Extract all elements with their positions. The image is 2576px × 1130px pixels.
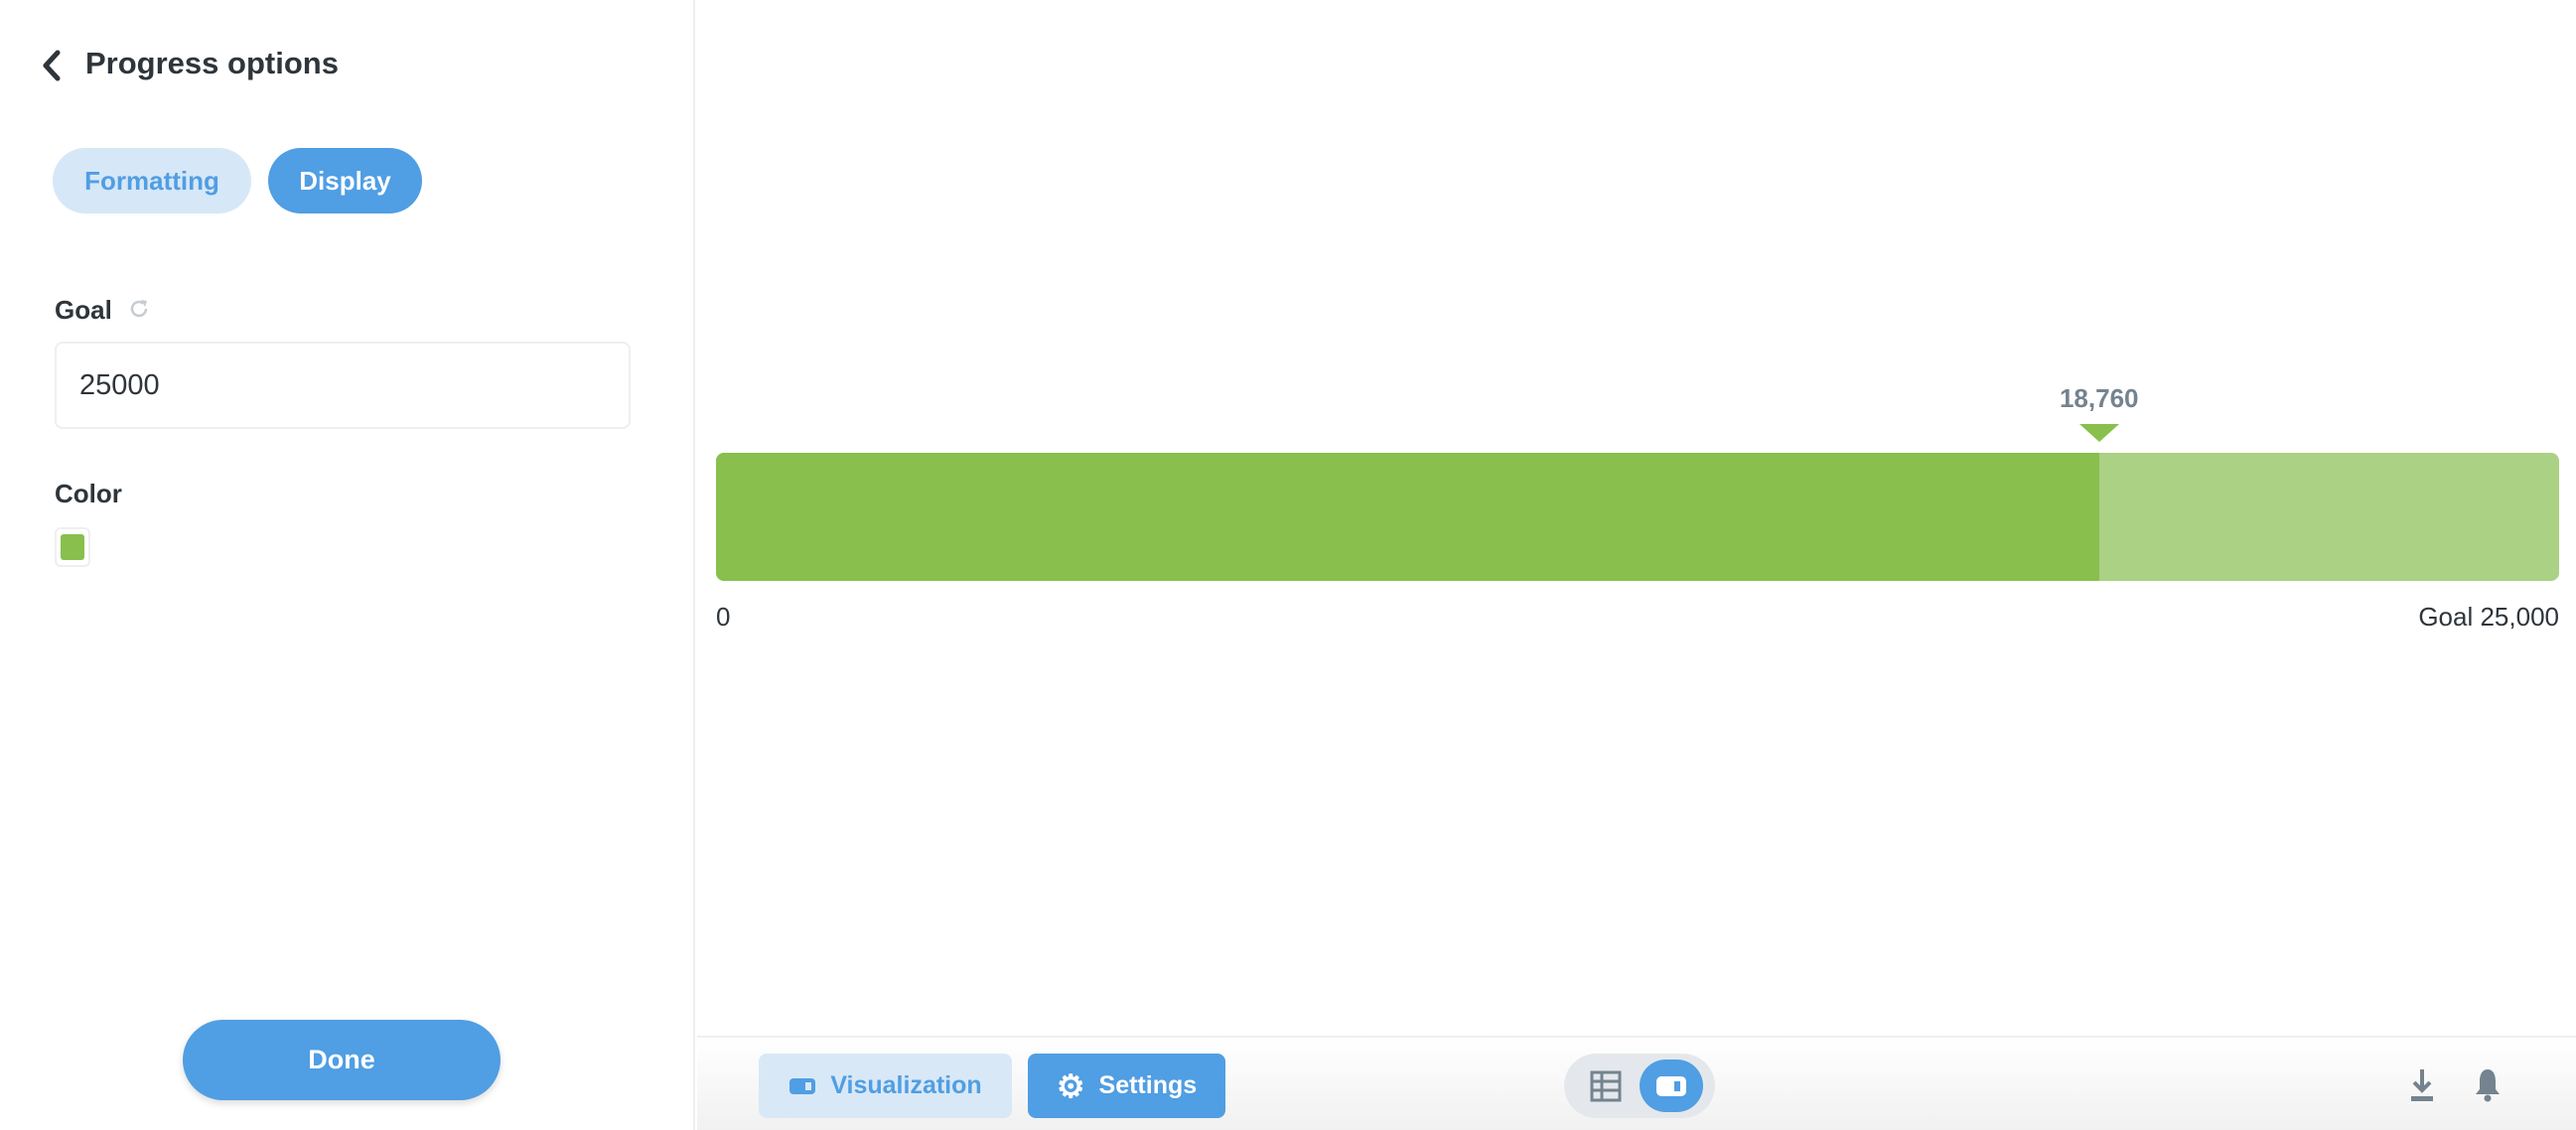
progress-bar-track <box>716 453 2559 581</box>
tab-formatting[interactable]: Formatting <box>53 148 251 213</box>
progress-bar-fill <box>716 453 2099 581</box>
gear-icon: ⚙ <box>1056 1067 1085 1104</box>
reset-icon[interactable] <box>127 297 151 321</box>
table-icon[interactable] <box>1590 1070 1622 1102</box>
settings-label: Settings <box>1098 1071 1198 1099</box>
panel-title: Progress options <box>85 46 339 80</box>
goal-label: Goal <box>55 295 112 325</box>
settings-button[interactable]: ⚙ Settings <box>1028 1054 1225 1118</box>
color-swatch <box>61 534 84 560</box>
download-icon[interactable] <box>2409 1067 2435 1103</box>
progress-marker <box>2078 424 2119 442</box>
color-label: Color <box>55 479 122 508</box>
bell-icon[interactable] <box>2473 1067 2503 1103</box>
progress-value-label: 18,760 <box>2059 383 2139 413</box>
goal-label-chart: Goal 25,000 <box>2418 602 2559 632</box>
color-picker[interactable] <box>55 527 90 567</box>
bottom-toolbar: Visualization ⚙ Settings <box>697 1036 2576 1130</box>
tab-display[interactable]: Display <box>268 148 422 213</box>
min-label: 0 <box>716 602 731 632</box>
chart-icon <box>1656 1076 1686 1096</box>
chart-view-button[interactable] <box>1640 1059 1703 1112</box>
visualization-button[interactable]: Visualization <box>759 1054 1012 1118</box>
visualization-icon <box>789 1077 816 1094</box>
visualization-label: Visualization <box>830 1071 982 1099</box>
back-chevron-icon[interactable] <box>38 50 68 81</box>
settings-sidebar: Progress options Formatting Display Goal… <box>0 0 695 1130</box>
goal-input[interactable]: 25000 <box>55 342 631 429</box>
done-button[interactable]: Done <box>183 1020 501 1100</box>
view-toggle[interactable] <box>1564 1054 1715 1118</box>
